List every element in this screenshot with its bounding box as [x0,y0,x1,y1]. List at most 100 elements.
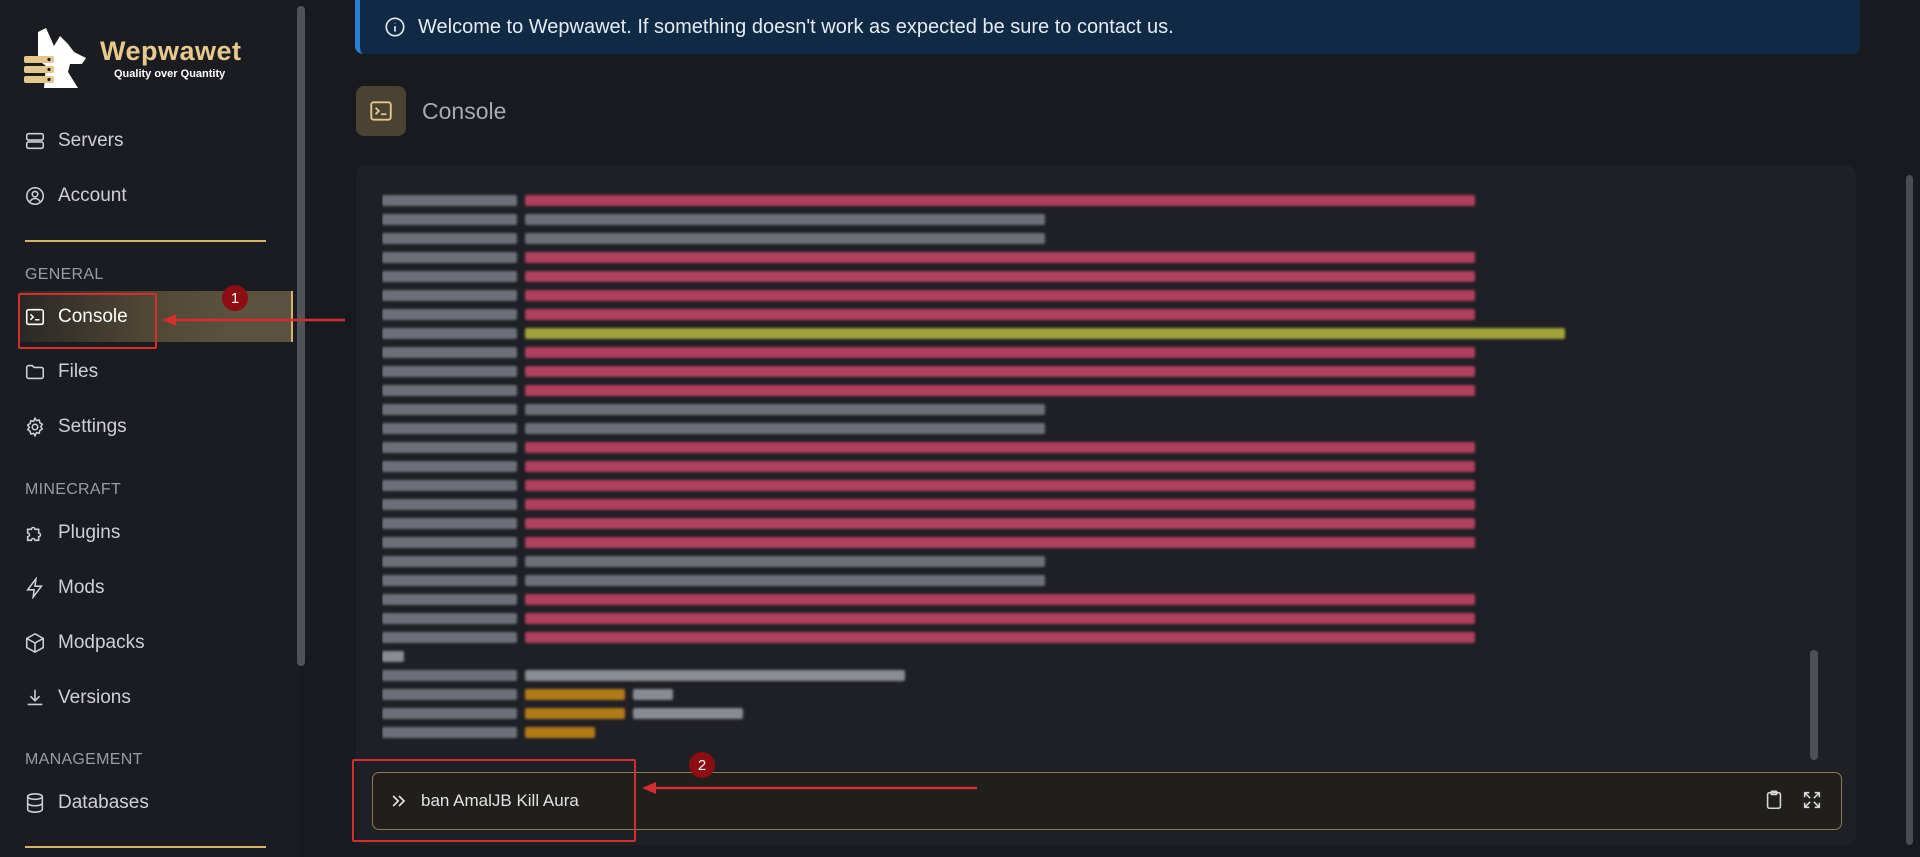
redacted-text [382,404,517,415]
redacted-text [382,442,517,453]
console-line [382,666,1722,685]
redacted-text [525,689,625,700]
redacted-text [525,480,1475,491]
redacted-text [525,613,1475,624]
console-line [382,324,1722,343]
sidebar-item-databases[interactable]: Databases [24,783,286,823]
sidebar-divider [25,846,266,848]
redacted-text [525,518,1475,529]
sidebar-item-plugins[interactable]: Plugins [24,513,286,553]
sidebar-item-account[interactable]: Account [24,176,286,216]
brand-logo[interactable]: Wepwawet Quality over Quantity [24,26,242,90]
redacted-text [525,404,1045,415]
user-circle-icon [25,186,45,206]
redacted-text [525,271,1475,282]
annotation-highlight-console [18,293,157,349]
redacted-text [525,347,1475,358]
console-line [382,457,1722,476]
redacted-text [525,632,1475,643]
redacted-text [525,499,1475,510]
gear-icon [26,416,44,438]
puzzle-icon [26,526,42,542]
sidebar-item-label: Plugins [58,522,121,543]
console-line [382,210,1722,229]
redacted-text [525,670,905,681]
console-panel [356,165,1856,845]
sidebar-item-files[interactable]: Files [24,352,286,392]
redacted-text [382,556,517,567]
sidebar-item-mods[interactable]: Mods [24,568,286,608]
console-header-icon [356,86,406,136]
annotation-highlight-command [352,759,636,842]
redacted-text [382,613,517,624]
page-scrollbar[interactable] [1906,175,1913,845]
annotation-arrow-1 [162,314,345,326]
redacted-text [525,556,1045,567]
console-line [382,381,1722,400]
sidebar-item-modpacks[interactable]: Modpacks [24,623,286,663]
redacted-text [382,214,517,225]
redacted-text [382,575,517,586]
console-line [382,533,1722,552]
redacted-text [382,499,517,510]
console-line [382,267,1722,286]
sidebar-item-label: Account [58,185,127,206]
console-line [382,191,1722,210]
redacted-text [525,309,1475,320]
redacted-text [382,309,517,320]
annotation-badge-2: 2 [689,752,715,778]
sidebar-item-versions[interactable]: Versions [24,678,286,718]
section-label-minecraft: MINECRAFT [25,481,122,498]
redacted-text [525,708,625,719]
page-title: Console [422,97,507,124]
clipboard-icon[interactable] [1763,789,1785,811]
console-line [382,628,1722,647]
console-output[interactable] [382,191,1722,743]
annotation-badge-1: 1 [222,285,248,311]
console-line [382,514,1722,533]
download-icon [27,689,43,706]
redacted-text [525,442,1475,453]
sidebar-item-label: Versions [58,687,131,708]
redacted-text [525,252,1475,263]
redacted-text [382,632,517,643]
redacted-text [382,290,517,301]
redacted-text [382,518,517,529]
redacted-text [382,480,517,491]
redacted-text [633,689,673,700]
redacted-text [382,727,517,738]
console-line [382,552,1722,571]
redacted-text [382,423,517,434]
console-line [382,495,1722,514]
redacted-text [382,252,517,263]
redacted-text [382,670,517,681]
sidebar-item-label: Settings [58,416,127,437]
expand-icon[interactable] [1801,789,1823,811]
redacted-text [525,328,1565,339]
console-line [382,400,1722,419]
redacted-text [633,708,743,719]
section-label-management: MANAGEMENT [25,751,143,768]
server-icon [25,132,45,150]
sidebar: Wepwawet Quality over Quantity Servers A… [0,0,300,857]
annotation-arrow-2 [642,782,977,794]
console-scrollbar[interactable] [1810,650,1818,760]
sidebar-scrollbar[interactable] [297,6,305,666]
redacted-text [525,461,1475,472]
console-line [382,343,1722,362]
sidebar-item-servers[interactable]: Servers [24,121,286,161]
sidebar-item-settings[interactable]: Settings [24,407,286,447]
redacted-text [382,461,517,472]
welcome-banner: Welcome to Wepwawet. If something doesn'… [355,0,1860,54]
sidebar-item-label: Mods [58,577,105,598]
redacted-text [382,537,517,548]
brand-tagline: Quality over Quantity [114,68,226,80]
info-icon [385,17,405,37]
redacted-text [525,727,595,738]
console-line [382,704,1722,723]
console-line [382,305,1722,324]
console-line [382,248,1722,267]
folder-icon [25,364,45,380]
redacted-text [382,328,517,339]
